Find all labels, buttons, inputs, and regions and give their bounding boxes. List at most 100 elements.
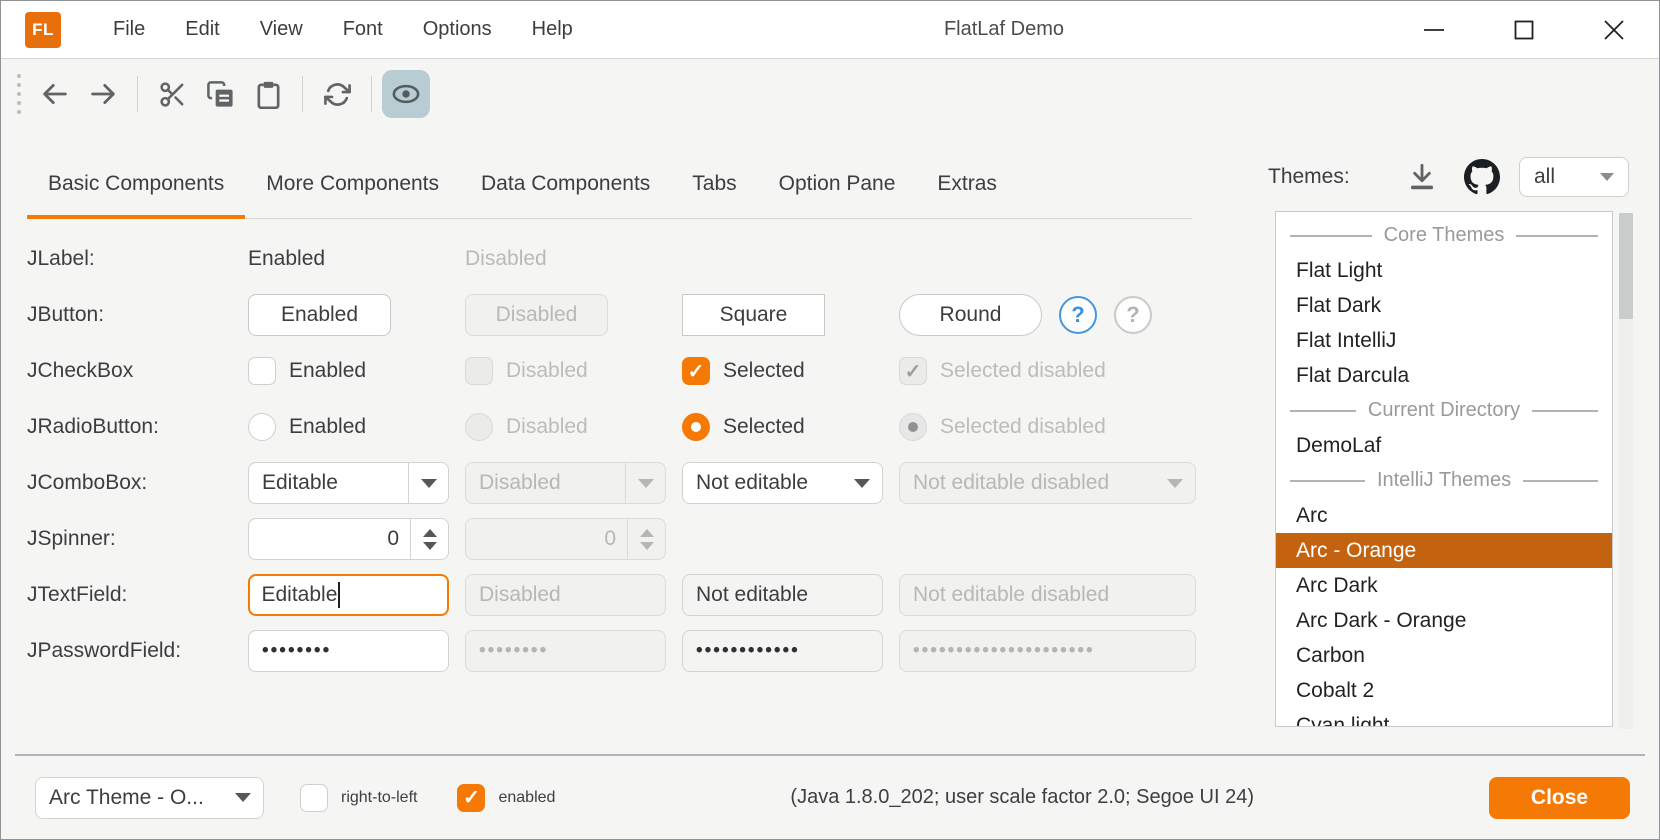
theme-item-selected[interactable]: Arc - Orange (1276, 533, 1612, 568)
copy-icon[interactable] (196, 70, 244, 118)
toolbar-grip-handle[interactable] (15, 72, 23, 116)
theme-item[interactable]: Flat Darcula (1276, 358, 1612, 393)
radio-enabled[interactable]: Enabled (248, 413, 465, 441)
theme-item[interactable]: DemoLaf (1276, 428, 1612, 463)
textfield-value: Not editable disabled (913, 583, 1109, 607)
chevron-down-icon[interactable] (842, 463, 882, 503)
textfield-not-editable-disabled: Not editable disabled (899, 574, 1196, 616)
download-icon[interactable] (1406, 161, 1438, 193)
theme-item[interactable]: Arc Dark (1276, 568, 1612, 603)
toolbar-separator (137, 76, 138, 112)
right-to-left-checkbox[interactable]: right-to-left (300, 784, 417, 812)
menu-file[interactable]: File (93, 18, 165, 41)
menu-edit[interactable]: Edit (165, 18, 239, 41)
enabled-checkbox[interactable]: ✓ enabled (457, 784, 555, 812)
square-button[interactable]: Square (682, 294, 825, 336)
help-button[interactable]: ? (1059, 296, 1097, 334)
spinner-value[interactable]: 0 (262, 527, 410, 551)
menu-options[interactable]: Options (403, 18, 512, 41)
cut-icon[interactable] (148, 70, 196, 118)
textfield-disabled: Disabled (465, 574, 666, 616)
jlabel-enabled: Enabled (248, 247, 465, 271)
menu-view[interactable]: View (240, 18, 323, 41)
maximize-button[interactable] (1479, 1, 1569, 59)
checkbox-selected[interactable]: ✓ Selected (682, 357, 899, 385)
chevron-down-icon (1155, 463, 1195, 503)
close-window-button[interactable] (1569, 1, 1659, 59)
checkbox-label: enabled (498, 789, 555, 807)
spinner-arrows[interactable] (410, 519, 448, 559)
checkbox-checked-icon[interactable]: ✓ (682, 357, 710, 385)
scrollbar-thumb[interactable] (1619, 213, 1633, 319)
themes-panel: Themes: all Core Themes Flat Light Flat … (1268, 129, 1659, 756)
close-button[interactable]: Close (1489, 777, 1630, 819)
github-icon[interactable] (1464, 159, 1500, 195)
jspinner-row-label: JSpinner: (27, 527, 248, 551)
spinner-enabled[interactable]: 0 (248, 518, 449, 560)
menu-help[interactable]: Help (512, 18, 593, 41)
theme-item[interactable]: Cyan light (1276, 708, 1612, 727)
theme-item[interactable]: Flat Dark (1276, 288, 1612, 323)
radio-selected[interactable]: Selected (682, 413, 899, 441)
jtextfield-row: JTextField: Editable Disabled Not editab… (27, 567, 1268, 623)
theme-filter-combo[interactable]: all (1519, 157, 1629, 197)
radio-icon[interactable] (248, 413, 276, 441)
chevron-down-icon[interactable] (408, 463, 448, 503)
paste-icon[interactable] (244, 70, 292, 118)
combobox-value: Disabled (479, 471, 561, 495)
jtextfield-row-label: JTextField: (27, 583, 248, 607)
tab-option-pane[interactable]: Option Pane (758, 149, 917, 218)
checkbox-icon[interactable] (248, 357, 276, 385)
textfield-editable[interactable]: Editable (248, 574, 449, 616)
jlabel-row: JLabel: Enabled Disabled (27, 231, 1268, 287)
tab-data-components[interactable]: Data Components (460, 149, 671, 218)
menu-font[interactable]: Font (323, 18, 403, 41)
back-icon[interactable] (31, 70, 79, 118)
lookandfeel-combo[interactable]: Arc Theme - O... (35, 777, 264, 819)
jcombobox-row: JComboBox: Editable Disabled Not edita (27, 455, 1268, 511)
components-pane: Basic Components More Components Data Co… (1, 129, 1268, 756)
checkbox-icon[interactable] (300, 784, 328, 812)
forward-icon[interactable] (79, 70, 127, 118)
checkbox-label: Enabled (289, 359, 366, 383)
refresh-icon[interactable] (313, 70, 361, 118)
theme-item[interactable]: Flat Light (1276, 253, 1612, 288)
theme-item[interactable]: Flat IntelliJ (1276, 323, 1612, 358)
theme-item[interactable]: Arc Dark - Orange (1276, 603, 1612, 638)
round-button[interactable]: Round (899, 294, 1042, 336)
spinner-down-icon (640, 542, 654, 550)
radio-disabled: Disabled (465, 413, 682, 441)
passwordfield-not-editable[interactable]: •••••••••••• (682, 630, 883, 672)
theme-item[interactable]: Carbon (1276, 638, 1612, 673)
radio-selected-disabled: Selected disabled (899, 413, 1268, 441)
show-eye-icon[interactable] (382, 70, 430, 118)
minimize-button[interactable] (1389, 1, 1479, 59)
help-button-disabled: ? (1114, 296, 1152, 334)
combobox-value: Not editable (696, 471, 808, 495)
combobox-editable[interactable]: Editable (248, 462, 449, 504)
theme-list-scrollbar[interactable] (1619, 213, 1633, 729)
tab-more-components[interactable]: More Components (245, 149, 460, 218)
theme-item[interactable]: Arc (1276, 498, 1612, 533)
tab-basic-components[interactable]: Basic Components (27, 149, 245, 218)
checkbox-checked-icon: ✓ (899, 357, 927, 385)
radio-label: Selected (723, 415, 805, 439)
combobox-not-editable[interactable]: Not editable (682, 462, 883, 504)
radio-checked-icon (899, 413, 927, 441)
checkbox-checked-icon[interactable]: ✓ (457, 784, 485, 812)
jlabel-row-label: JLabel: (27, 247, 248, 271)
passwordfield-enabled[interactable]: •••••••• (248, 630, 449, 672)
spinner-down-icon[interactable] (423, 542, 437, 550)
theme-item[interactable]: Cobalt 2 (1276, 673, 1612, 708)
tab-extras[interactable]: Extras (916, 149, 1018, 218)
chevron-down-icon[interactable] (223, 778, 263, 818)
checkbox-label: Selected disabled (940, 359, 1106, 383)
status-text: (Java 1.8.0_202; user scale factor 2.0; … (555, 786, 1489, 809)
tab-tabs[interactable]: Tabs (671, 149, 757, 218)
textfield-not-editable[interactable]: Not editable (682, 574, 883, 616)
checkbox-enabled[interactable]: Enabled (248, 357, 465, 385)
enabled-button[interactable]: Enabled (248, 294, 391, 336)
radio-checked-icon[interactable] (682, 413, 710, 441)
theme-filter-value: all (1534, 165, 1555, 189)
spinner-up-icon[interactable] (423, 529, 437, 537)
